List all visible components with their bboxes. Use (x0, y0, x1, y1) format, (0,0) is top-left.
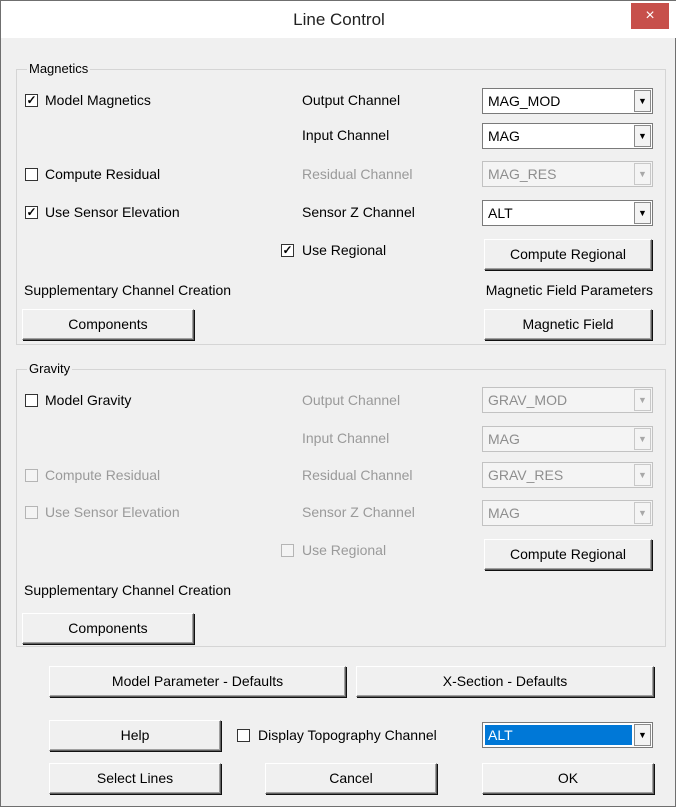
grav-use-regional-label: Use Regional (302, 542, 387, 558)
chevron-down-icon[interactable]: ▼ (634, 724, 651, 746)
grav-input-channel-value: MAG (488, 431, 520, 447)
mag-field-params-label: Magnetic Field Parameters (485, 282, 653, 298)
mag-output-channel-label: Output Channel (302, 92, 401, 108)
mag-compute-residual-checkbox[interactable] (25, 168, 38, 181)
close-button[interactable]: × (631, 3, 669, 29)
gravity-group: Gravity Model Gravity Output Channel GRA… (16, 361, 666, 647)
grav-compute-residual-label: Compute Residual (45, 467, 161, 483)
magnetic-field-button[interactable]: Magnetic Field (484, 309, 652, 340)
mag-input-channel-value: MAG (488, 128, 520, 144)
chevron-down-icon: ▼ (634, 163, 651, 185)
grav-components-button[interactable]: Components (22, 613, 194, 644)
mag-compute-regional-button[interactable]: Compute Regional (484, 239, 652, 270)
mag-input-channel-select[interactable]: MAG ▼ (482, 123, 653, 149)
grav-sensor-z-label: Sensor Z Channel (302, 504, 415, 520)
mag-residual-channel-label: Residual Channel (302, 166, 413, 182)
mag-output-channel-select[interactable]: MAG_MOD ▼ (482, 88, 653, 114)
chevron-down-icon: ▼ (634, 502, 651, 524)
ok-button[interactable]: OK (482, 763, 654, 794)
grav-sensor-z-select: MAG ▼ (482, 500, 653, 526)
model-magnetics-checkbox[interactable]: ✓ (25, 94, 38, 107)
grav-use-regional-checkbox (281, 544, 294, 557)
window-title: Line Control (293, 10, 385, 29)
grav-compute-regional-button[interactable]: Compute Regional (484, 539, 652, 570)
mag-sensor-z-label: Sensor Z Channel (302, 204, 415, 220)
cancel-button[interactable]: Cancel (265, 763, 437, 794)
dialog-body: Magnetics ✓ Model Magnetics Output Chann… (9, 38, 670, 800)
grav-output-channel-value: GRAV_MOD (488, 392, 568, 408)
display-topography-label[interactable]: Display Topography Channel (258, 726, 437, 744)
model-gravity-label[interactable]: Model Gravity (45, 391, 131, 409)
mag-use-regional-label[interactable]: Use Regional (302, 241, 386, 259)
model-parameter-defaults-button[interactable]: Model Parameter - Defaults (49, 666, 346, 697)
select-lines-button[interactable]: Select Lines (49, 763, 221, 794)
chevron-down-icon: ▼ (634, 389, 651, 411)
model-magnetics-label[interactable]: Model Magnetics (45, 91, 151, 109)
grav-supplementary-label: Supplementary Channel Creation (24, 582, 232, 598)
mag-use-regional-checkbox[interactable]: ✓ (281, 244, 294, 257)
grav-sensor-z-value: MAG (488, 505, 520, 521)
topography-channel-value: ALT (485, 725, 632, 745)
grav-use-sensor-elevation-label: Use Sensor Elevation (45, 504, 180, 520)
mag-sensor-z-select[interactable]: ALT ▼ (482, 200, 653, 226)
grav-residual-channel-select: GRAV_RES ▼ (482, 462, 653, 488)
mag-use-sensor-elevation-checkbox[interactable]: ✓ (25, 206, 38, 219)
mag-components-button[interactable]: Components (22, 309, 194, 340)
gravity-group-title: Gravity (27, 361, 73, 377)
grav-use-sensor-elevation-checkbox (25, 506, 38, 519)
chevron-down-icon: ▼ (634, 428, 651, 450)
title-bar[interactable]: Line Control × (1, 1, 677, 38)
grav-compute-residual-checkbox (25, 469, 38, 482)
mag-input-channel-label: Input Channel (302, 127, 390, 143)
chevron-down-icon: ▼ (634, 464, 651, 486)
grav-residual-channel-label: Residual Channel (302, 467, 413, 483)
grav-output-channel-select: GRAV_MOD ▼ (482, 387, 653, 413)
chevron-down-icon[interactable]: ▼ (634, 125, 651, 147)
help-button[interactable]: Help (49, 720, 221, 751)
grav-output-channel-label: Output Channel (302, 392, 401, 408)
display-topography-checkbox[interactable] (237, 729, 250, 742)
model-gravity-checkbox[interactable] (25, 394, 38, 407)
mag-compute-residual-label[interactable]: Compute Residual (45, 165, 160, 183)
chevron-down-icon[interactable]: ▼ (634, 202, 651, 224)
mag-sensor-z-value: ALT (488, 205, 513, 221)
magnetics-group-title: Magnetics (27, 61, 91, 77)
mag-residual-channel-select: MAG_RES ▼ (482, 161, 653, 187)
grav-residual-channel-value: GRAV_RES (488, 467, 564, 483)
grav-input-channel-label: Input Channel (302, 430, 390, 446)
mag-supplementary-label: Supplementary Channel Creation (24, 282, 232, 298)
magnetics-group: Magnetics ✓ Model Magnetics Output Chann… (16, 61, 666, 345)
mag-residual-channel-value: MAG_RES (488, 166, 557, 182)
mag-output-channel-value: MAG_MOD (488, 93, 561, 109)
mag-use-sensor-elevation-label[interactable]: Use Sensor Elevation (45, 203, 180, 221)
topography-channel-select[interactable]: ALT ▼ (482, 722, 653, 748)
chevron-down-icon[interactable]: ▼ (634, 90, 651, 112)
grav-input-channel-select: MAG ▼ (482, 426, 653, 452)
line-control-dialog: Line Control × Magnetics ✓ Model Magneti… (0, 0, 677, 807)
xsection-defaults-button[interactable]: X-Section - Defaults (356, 666, 654, 697)
